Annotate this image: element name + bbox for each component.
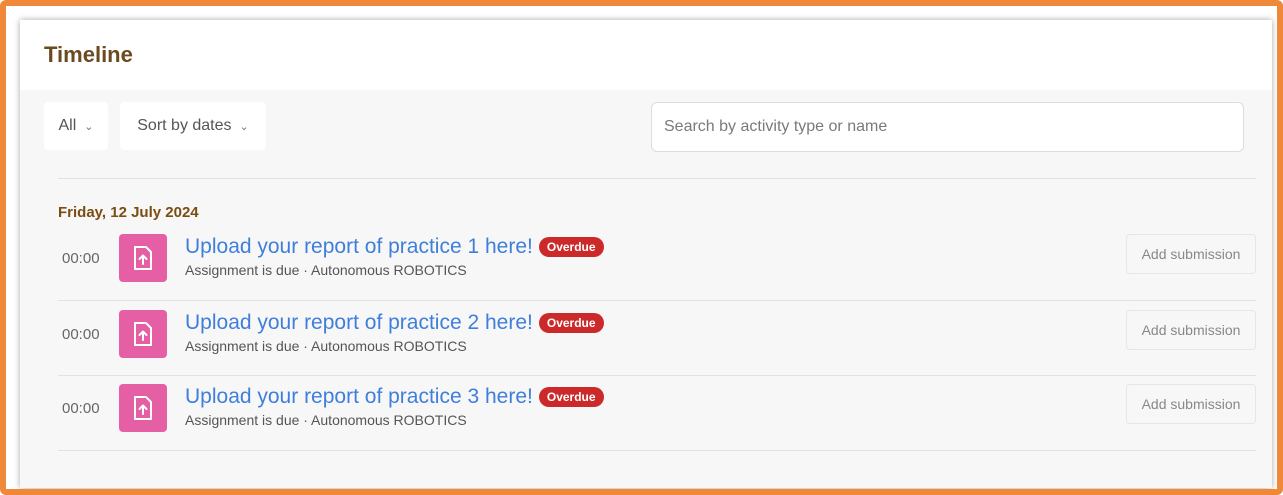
event-divider <box>58 300 1256 301</box>
event-title-link[interactable]: Upload your report of practice 1 here! <box>185 235 533 259</box>
chevron-down-icon: ⌄ <box>84 120 94 133</box>
event-title-link[interactable]: Upload your report of practice 2 here! <box>185 311 533 335</box>
event-time: 00:00 <box>62 399 100 417</box>
toolbar-divider <box>58 178 1256 179</box>
sort-label: Sort by dates <box>137 117 232 134</box>
overdue-badge: Overdue <box>538 313 604 333</box>
date-heading: Friday, 12 July 2024 <box>58 204 199 221</box>
screenshot-frame: Timeline All ⌄ Sort by dates ⌄ Search by… <box>0 0 1283 495</box>
event-divider <box>58 450 1256 451</box>
add-submission-button[interactable]: Add submission <box>1126 310 1256 350</box>
event-title-line: Upload your report of practice 1 here! O… <box>185 232 604 262</box>
upload-file-icon <box>119 384 167 432</box>
event-title-line: Upload your report of practice 3 here! O… <box>185 382 604 412</box>
add-submission-button[interactable]: Add submission <box>1126 384 1256 424</box>
event-time: 00:00 <box>62 325 100 343</box>
overdue-badge: Overdue <box>538 387 604 407</box>
timeline-event: 00:00 Upload your report of practice 3 h… <box>58 382 1256 456</box>
day-filter-dropdown[interactable]: All ⌄ <box>44 102 108 150</box>
search-input[interactable]: Search by activity type or name <box>651 102 1244 152</box>
timeline-event: 00:00 Upload your report of practice 1 h… <box>58 232 1256 306</box>
event-subtitle: Assignment is due · Autonomous ROBOTICS <box>185 338 467 354</box>
overdue-badge: Overdue <box>538 237 604 257</box>
event-title-line: Upload your report of practice 2 here! O… <box>185 308 604 338</box>
upload-file-icon <box>119 310 167 358</box>
upload-file-icon <box>119 234 167 282</box>
search-placeholder: Search by activity type or name <box>664 118 888 135</box>
add-submission-button[interactable]: Add submission <box>1126 234 1256 274</box>
chevron-down-icon: ⌄ <box>239 120 249 133</box>
block-title: Timeline <box>44 42 133 67</box>
event-subtitle: Assignment is due · Autonomous ROBOTICS <box>185 262 467 278</box>
event-divider <box>58 375 1256 376</box>
event-time: 00:00 <box>62 249 100 267</box>
timeline-toolbar: All ⌄ Sort by dates ⌄ Search by activity… <box>44 102 1256 152</box>
timeline-block: Timeline All ⌄ Sort by dates ⌄ Search by… <box>20 20 1272 488</box>
timeline-event: 00:00 Upload your report of practice 2 h… <box>58 308 1256 382</box>
event-subtitle: Assignment is due · Autonomous ROBOTICS <box>185 412 467 428</box>
event-title-link[interactable]: Upload your report of practice 3 here! <box>185 385 533 409</box>
block-header: Timeline <box>20 20 1272 90</box>
sort-dropdown[interactable]: Sort by dates ⌄ <box>120 102 266 150</box>
day-filter-label: All <box>58 117 77 134</box>
